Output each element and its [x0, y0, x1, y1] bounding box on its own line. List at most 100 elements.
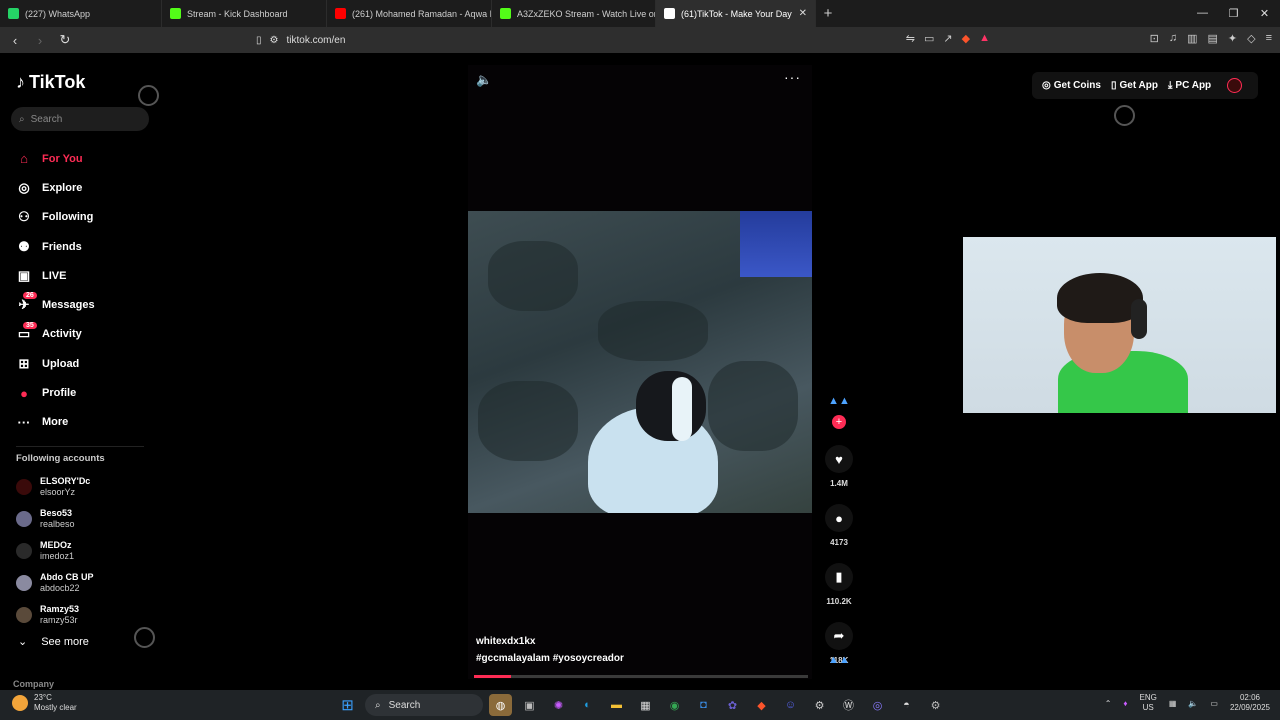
ai-icon[interactable]: ✦ — [1228, 32, 1237, 45]
download-icon: ⤓ — [1168, 80, 1173, 91]
minimize-icon[interactable]: — — [1187, 7, 1218, 20]
sidebar-item-label: Upload — [42, 357, 80, 370]
music-icon[interactable]: ♫ — [1169, 32, 1177, 45]
sidebar-item-friends[interactable]: ⚉ Friends — [16, 232, 146, 261]
share-icon[interactable]: ↗ — [943, 32, 952, 45]
cast-icon[interactable]: ▭ — [924, 32, 934, 45]
chrome-icon[interactable]: ◉ — [663, 694, 686, 716]
tiktok-logo[interactable]: ♪ TikTok — [16, 72, 85, 93]
activity-icon: ▭ — [17, 326, 31, 342]
sidebar-item-live[interactable]: ▣ LIVE — [16, 261, 146, 290]
following-account[interactable]: ELSORY'Dc elsoorYz — [16, 471, 146, 503]
sidebar-item-more[interactable]: ··· More — [16, 408, 146, 437]
obs-icon[interactable]: ◎ — [866, 694, 889, 716]
sidebar-item-messages[interactable]: ✈ 26 Messages — [16, 290, 146, 319]
new-tab-button[interactable]: + — [816, 5, 840, 22]
sidebar-item-profile[interactable]: ● Profile — [16, 378, 146, 407]
url-field[interactable]: ▯ ⚙ tiktok.com/en — [256, 30, 996, 50]
browser-tab[interactable]: (261) Mohamed Ramadan - Aqwa Ka — [327, 0, 492, 27]
url-text[interactable]: tiktok.com/en — [286, 35, 345, 46]
github-icon[interactable]: ◓ — [895, 694, 918, 716]
get-coins-button[interactable]: ◎ Get Coins — [1042, 80, 1101, 91]
back-icon[interactable]: ‹ — [5, 33, 25, 48]
pc-app-label: PC App — [1175, 80, 1212, 91]
browser-tab[interactable]: (227) WhatsApp — [0, 0, 162, 27]
following-account[interactable]: MEDOz imedoz1 — [16, 535, 146, 567]
brave-icon[interactable]: ◆ — [750, 694, 773, 716]
menu-icon[interactable]: ≡ — [1266, 32, 1272, 45]
following-account[interactable]: Abdo CB UP abdocb22 — [16, 567, 146, 599]
search-input[interactable]: ⌕ Search — [11, 107, 149, 131]
site-info-icon[interactable]: ⚙ — [270, 35, 279, 46]
video-frame[interactable] — [468, 211, 812, 513]
sidebar-item-following[interactable]: ⚇ Following — [16, 203, 146, 232]
pc-app-button[interactable]: ⤓ PC App — [1168, 80, 1211, 91]
sidebar-item-activity[interactable]: ▭ 35 Activity — [16, 320, 146, 349]
task-view-icon[interactable]: ▣ — [518, 694, 541, 716]
tab-favicon-icon — [170, 8, 181, 19]
more-options-icon[interactable]: ··· — [784, 69, 801, 85]
comment-button[interactable]: ● — [825, 504, 853, 532]
browser-tab[interactable]: Stream - Kick Dashboard — [162, 0, 327, 27]
get-app-button[interactable]: ▯ Get App — [1111, 80, 1158, 91]
follow-plus-icon[interactable]: + — [832, 415, 846, 429]
sidebar-item-explore[interactable]: ◎ Explore — [16, 173, 146, 202]
microphone-icon[interactable]: ♦ — [1123, 699, 1127, 708]
edge-icon[interactable]: ◐ — [576, 694, 599, 716]
network-icon[interactable]: ▦ — [1169, 699, 1177, 708]
saturn-app-icon[interactable]: ◍ — [489, 694, 512, 716]
tray-overflow-icon[interactable]: ⌃ — [1105, 699, 1112, 708]
clock[interactable]: 02:06 22/09/2025 — [1230, 693, 1270, 713]
forward-icon[interactable]: › — [30, 33, 50, 48]
tab-favicon-icon — [664, 8, 675, 19]
steam-icon[interactable]: ⚙ — [808, 694, 831, 716]
copilot-icon[interactable]: ✺ — [547, 694, 570, 716]
video-username[interactable]: whitexdx1kx — [476, 636, 535, 647]
music-disc-icon[interactable]: ▲▲ — [828, 654, 850, 666]
volume-icon[interactable]: 🔈 — [476, 72, 492, 88]
user-avatar[interactable] — [1227, 78, 1243, 93]
browser-tab[interactable]: (61)TikTok - Make Your Day ✕ — [656, 0, 816, 27]
sidebar-toggle-icon[interactable]: ▥ — [1187, 32, 1197, 45]
outlook-icon[interactable]: ◘ — [692, 694, 715, 716]
like-button[interactable]: ♥ — [825, 445, 853, 473]
weather-widget[interactable]: 23°C Mostly clear — [12, 693, 77, 713]
account-handle: realbeso — [40, 519, 75, 529]
screenshot-icon[interactable]: ⊡ — [1150, 32, 1159, 45]
sidebar-item-for-you[interactable]: ⌂ For You — [16, 144, 146, 173]
taskbar-search[interactable]: ⌕ Search — [365, 694, 483, 716]
following-accounts-title: Following accounts — [16, 453, 105, 464]
wordpad-icon[interactable]: Ⓦ — [837, 694, 860, 716]
battery-icon[interactable]: ▭ — [1210, 699, 1218, 708]
share-button[interactable]: ➦ — [825, 622, 853, 650]
teams-icon[interactable]: ✿ — [721, 694, 744, 716]
settings-icon[interactable]: ⚙ — [924, 694, 947, 716]
windows-start-icon[interactable]: ⊞ — [336, 694, 359, 716]
wallet-icon[interactable]: ▤ — [1207, 32, 1217, 45]
sidebar-item-upload[interactable]: ⊞ Upload — [16, 349, 146, 378]
following-account[interactable]: Beso53 realbeso — [16, 503, 146, 535]
speaker-icon[interactable]: 🔈 — [1188, 699, 1198, 708]
maximize-icon[interactable]: ❐ — [1218, 7, 1249, 20]
video-hashtags[interactable]: #gccmalayalam #yosoycreador — [476, 653, 624, 664]
video-player[interactable]: 🔈 ··· whitexdx1kx #gccmalayalam #yosoycr… — [468, 65, 812, 679]
bookmark-icon[interactable]: ▯ — [256, 35, 262, 46]
discord-icon[interactable]: ☺ — [779, 694, 802, 716]
video-progress-bar[interactable] — [474, 675, 808, 678]
brave-rewards-icon[interactable]: ▲ — [979, 32, 990, 45]
video-progress-fill — [474, 675, 511, 678]
language-indicator[interactable]: ENG US — [1140, 693, 1157, 713]
company-link[interactable]: Company — [13, 679, 54, 689]
browser-tab[interactable]: A3ZxZEKO Stream - Watch Live on Ki — [492, 0, 656, 27]
translate-icon[interactable]: ⇋ — [906, 32, 915, 45]
following-account[interactable]: Ramzy53 ramzy53r — [16, 599, 146, 631]
see-more-button[interactable]: ⌄ See more — [18, 635, 89, 649]
close-window-icon[interactable]: ✕ — [1249, 7, 1280, 20]
store-icon[interactable]: ▦ — [634, 694, 657, 716]
vpn-icon[interactable]: ◇ — [1247, 32, 1255, 45]
brave-shield-icon[interactable]: ◆ — [962, 32, 970, 45]
save-button[interactable]: ▮ — [825, 563, 853, 591]
close-tab-icon[interactable]: ✕ — [799, 8, 807, 19]
reload-icon[interactable]: ↻ — [55, 32, 75, 48]
file-explorer-icon[interactable]: ▬ — [605, 694, 628, 716]
